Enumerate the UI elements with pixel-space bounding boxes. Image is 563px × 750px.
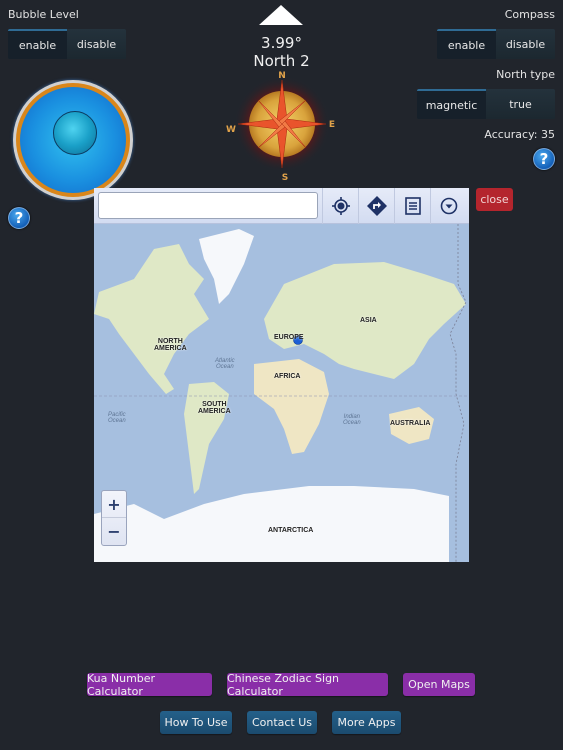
compass-w-label: W [226, 125, 236, 135]
bubble-level-title: Bubble Level [8, 8, 79, 21]
accuracy-readout: Accuracy: 35 [484, 128, 555, 141]
more-apps-button[interactable]: More Apps [332, 711, 401, 734]
zoom-out-button[interactable]: − [102, 518, 126, 545]
directions-button[interactable] [358, 188, 394, 224]
north-type-true-option[interactable]: true [486, 89, 555, 119]
bubble-level-gauge [13, 80, 133, 200]
map-zoom-control: + − [101, 490, 127, 546]
list-icon [404, 196, 421, 215]
locate-button[interactable] [322, 188, 358, 224]
compass-disable-option[interactable]: disable [496, 29, 555, 59]
label-north-america: NORTH AMERICA [154, 338, 187, 352]
world-map[interactable]: NORTH AMERICA EUROPE ASIA AFRICA SOUTH A… [94, 224, 469, 562]
kua-number-calculator-button[interactable]: Kua Number Calculator [87, 672, 212, 698]
north-type-magnetic-option[interactable]: magnetic [417, 89, 486, 119]
list-button[interactable] [394, 188, 430, 224]
label-africa: AFRICA [274, 373, 301, 380]
map-close-button[interactable]: close [476, 188, 513, 211]
compass-s-label: S [282, 173, 288, 183]
bubble-level-help-icon[interactable]: ? [8, 207, 30, 229]
label-asia: ASIA [360, 317, 377, 324]
level-bubble [53, 111, 97, 155]
compass-help-icon[interactable]: ? [533, 148, 555, 170]
label-europe: EUROPE [274, 334, 304, 341]
map-search-input[interactable] [98, 192, 318, 219]
locate-icon [331, 196, 350, 215]
label-indian-ocean: Indian Ocean [343, 414, 361, 426]
world-map-graphic [94, 224, 469, 562]
contact-us-button[interactable]: Contact Us [247, 711, 317, 734]
map-panel: NORTH AMERICA EUROPE ASIA AFRICA SOUTH A… [94, 188, 469, 562]
north-type-toggle: magnetic true [417, 89, 555, 119]
compass-n-label: N [278, 71, 286, 81]
heading-arrow-icon [259, 5, 303, 25]
dropdown-button[interactable] [430, 188, 466, 224]
label-atlantic-ocean: Atlantic Ocean [215, 358, 235, 370]
compass-e-label: E [329, 120, 335, 130]
open-maps-button[interactable]: Open Maps [403, 673, 475, 696]
map-toolbar [94, 188, 469, 224]
directions-icon [366, 195, 387, 216]
dropdown-icon [440, 197, 457, 214]
chinese-zodiac-calculator-button[interactable]: Chinese Zodiac Sign Calculator [227, 672, 388, 698]
label-south-america: SOUTH AMERICA [198, 401, 231, 415]
label-australia: AUSTRALIA [390, 420, 431, 427]
compass-title: Compass [504, 8, 555, 21]
label-antarctica: ANTARCTICA [268, 527, 314, 534]
zoom-in-button[interactable]: + [102, 491, 126, 518]
compass-toggle: enable disable [437, 29, 555, 59]
compass-enable-option[interactable]: enable [437, 29, 496, 59]
north-type-title: North type [496, 68, 555, 81]
label-pacific-ocean: Pacific Ocean [108, 412, 126, 424]
how-to-use-button[interactable]: How To Use [160, 711, 232, 734]
compass-rose-icon: N E S W [226, 71, 335, 183]
